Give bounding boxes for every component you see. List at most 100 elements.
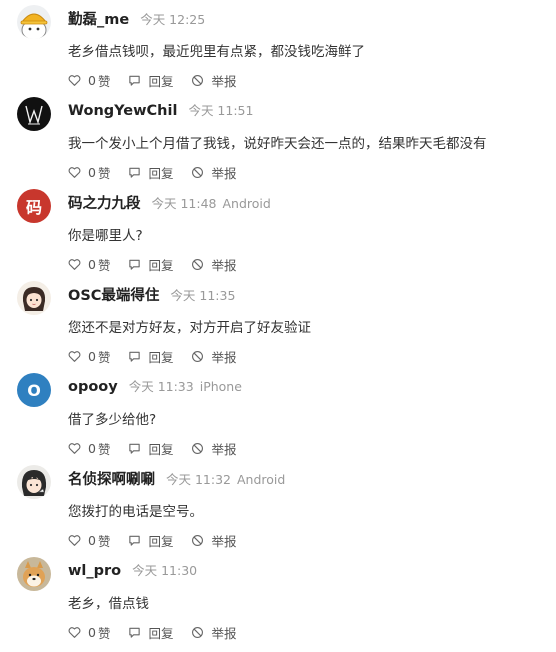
comment-meta: wl_pro 今天 11:30 — [68, 560, 203, 580]
avatar-letter: O — [27, 380, 41, 400]
like-label: 赞 — [97, 441, 111, 457]
report-button[interactable]: 举报 — [191, 623, 237, 642]
report-label: 举报 — [211, 533, 237, 549]
report-button[interactable]: 举报 — [191, 163, 237, 182]
report-label: 举报 — [211, 257, 237, 273]
reply-label: 回复 — [148, 73, 174, 89]
reply-button[interactable]: 回复 — [128, 71, 173, 90]
chat-bubble-icon — [129, 259, 141, 270]
timestamp: 今天 11:30 — [132, 563, 198, 578]
chat-bubble-icon — [129, 167, 141, 178]
like-label: 赞 — [97, 533, 111, 549]
comment-meta: WongYewChil 今天 11:51 — [68, 100, 259, 120]
comment-content: 你是哪里人? — [68, 228, 143, 244]
comment-item: 码 码之力九段 今天 11:48 Android 你是哪里人? 0 赞 回复 举… — [0, 189, 556, 281]
comment-content: 老乡借点钱呗，最近兜里有点紧，都没钱吃海鲜了 — [68, 44, 365, 60]
report-label: 举报 — [211, 349, 237, 365]
like-label: 赞 — [97, 625, 111, 641]
like-count: 0 — [88, 72, 96, 88]
comment-meta: opooy 今天 11:33 iPhone — [68, 376, 242, 396]
heart-icon — [68, 626, 81, 638]
report-button[interactable]: 举报 — [191, 531, 237, 550]
comment-content: 老乡，借点钱 — [68, 596, 149, 612]
avatar[interactable]: 码 — [17, 189, 51, 223]
reply-button[interactable]: 回复 — [128, 347, 173, 366]
like-button[interactable]: 0 赞 — [68, 623, 110, 642]
heart-icon — [68, 166, 81, 178]
comment-item: 名侦探啊唰唰 今天 11:32 Android 您拨打的电话是空号。 0 赞 回… — [0, 465, 556, 557]
like-button[interactable]: 0 赞 — [68, 439, 110, 458]
reply-label: 回复 — [148, 533, 174, 549]
like-count: 0 — [88, 348, 96, 364]
username[interactable]: 码之力九段 — [68, 192, 141, 213]
comment-meta: 勤磊_me 今天 12:25 — [68, 8, 211, 28]
report-button[interactable]: 举报 — [191, 347, 237, 366]
reply-label: 回复 — [148, 625, 174, 641]
comment-content: 您拨打的电话是空号。 — [68, 504, 203, 520]
comment-content: 您还不是对方好友，对方开启了好友验证 — [68, 320, 311, 336]
report-label: 举报 — [211, 625, 237, 641]
prohibited-icon — [192, 350, 204, 362]
reply-button[interactable]: 回复 — [128, 531, 173, 550]
like-button[interactable]: 0 赞 — [68, 163, 110, 182]
timestamp: 今天 11:33 — [128, 379, 194, 394]
prohibited-icon — [192, 258, 204, 270]
like-count: 0 — [88, 624, 96, 640]
like-button[interactable]: 0 赞 — [68, 531, 110, 550]
username[interactable]: WongYewChil — [68, 103, 177, 119]
report-button[interactable]: 举报 — [191, 439, 237, 458]
reply-button[interactable]: 回复 — [128, 623, 173, 642]
heart-icon — [68, 534, 81, 546]
chat-bubble-icon — [129, 627, 141, 638]
like-count: 0 — [88, 256, 96, 272]
shiba-dog-avatar-icon — [17, 557, 51, 591]
comment-actions: 0 赞 回复 举报 — [68, 531, 255, 549]
device-label: Android — [222, 196, 271, 211]
prohibited-icon — [192, 442, 204, 454]
prohibited-icon — [192, 534, 204, 546]
comment-meta: 码之力九段 今天 11:48 Android — [68, 192, 271, 212]
comment-actions: 0 赞 回复 举报 — [68, 439, 255, 457]
timestamp: 今天 11:51 — [188, 103, 254, 118]
report-label: 举报 — [211, 165, 237, 181]
avatar[interactable] — [17, 97, 51, 131]
reply-button[interactable]: 回复 — [128, 439, 173, 458]
comment-content: 我一个发小上个月借了我钱，说好昨天会还一点的，结果昨天毛都没有 — [68, 136, 487, 152]
avatar[interactable] — [17, 5, 51, 39]
reply-button[interactable]: 回复 — [128, 255, 173, 274]
username[interactable]: 名侦探啊唰唰 — [68, 468, 155, 489]
report-button[interactable]: 举报 — [191, 71, 237, 90]
like-count: 0 — [88, 440, 96, 456]
comment-list: 勤磊_me 今天 12:25 老乡借点钱呗，最近兜里有点紧，都没钱吃海鲜了 0 … — [0, 0, 556, 652]
comment-meta: OSC最端得住 今天 11:35 — [68, 284, 241, 304]
comment-meta: 名侦探啊唰唰 今天 11:32 Android — [68, 468, 285, 488]
like-button[interactable]: 0 赞 — [68, 347, 110, 366]
like-button[interactable]: 0 赞 — [68, 255, 110, 274]
chat-bubble-icon — [129, 535, 141, 546]
username[interactable]: wl_pro — [68, 563, 121, 579]
reply-label: 回复 — [148, 349, 174, 365]
username[interactable]: OSC最端得住 — [68, 284, 159, 305]
report-label: 举报 — [211, 73, 237, 89]
username[interactable]: opooy — [68, 379, 118, 395]
heart-icon — [68, 258, 81, 270]
avatar[interactable] — [17, 465, 51, 499]
timestamp: 今天 11:35 — [170, 288, 236, 303]
username[interactable]: 勤磊_me — [68, 8, 129, 29]
chat-bubble-icon — [129, 75, 141, 86]
prohibited-icon — [192, 626, 204, 638]
timestamp: 今天 11:48 — [151, 196, 217, 211]
like-button[interactable]: 0 赞 — [68, 71, 110, 90]
cartoon-helmet-avatar-icon — [17, 5, 51, 39]
avatar[interactable]: O — [17, 373, 51, 407]
timestamp: 今天 12:25 — [140, 12, 206, 27]
comment-item: 勤磊_me 今天 12:25 老乡借点钱呗，最近兜里有点紧，都没钱吃海鲜了 0 … — [0, 5, 556, 97]
report-label: 举报 — [211, 441, 237, 457]
anime-character-avatar-icon — [17, 465, 51, 499]
avatar[interactable] — [17, 557, 51, 591]
avatar[interactable] — [17, 281, 51, 315]
anime-girl-avatar-icon — [17, 281, 51, 315]
reply-button[interactable]: 回复 — [128, 163, 173, 182]
report-button[interactable]: 举报 — [191, 255, 237, 274]
like-count: 0 — [88, 164, 96, 180]
